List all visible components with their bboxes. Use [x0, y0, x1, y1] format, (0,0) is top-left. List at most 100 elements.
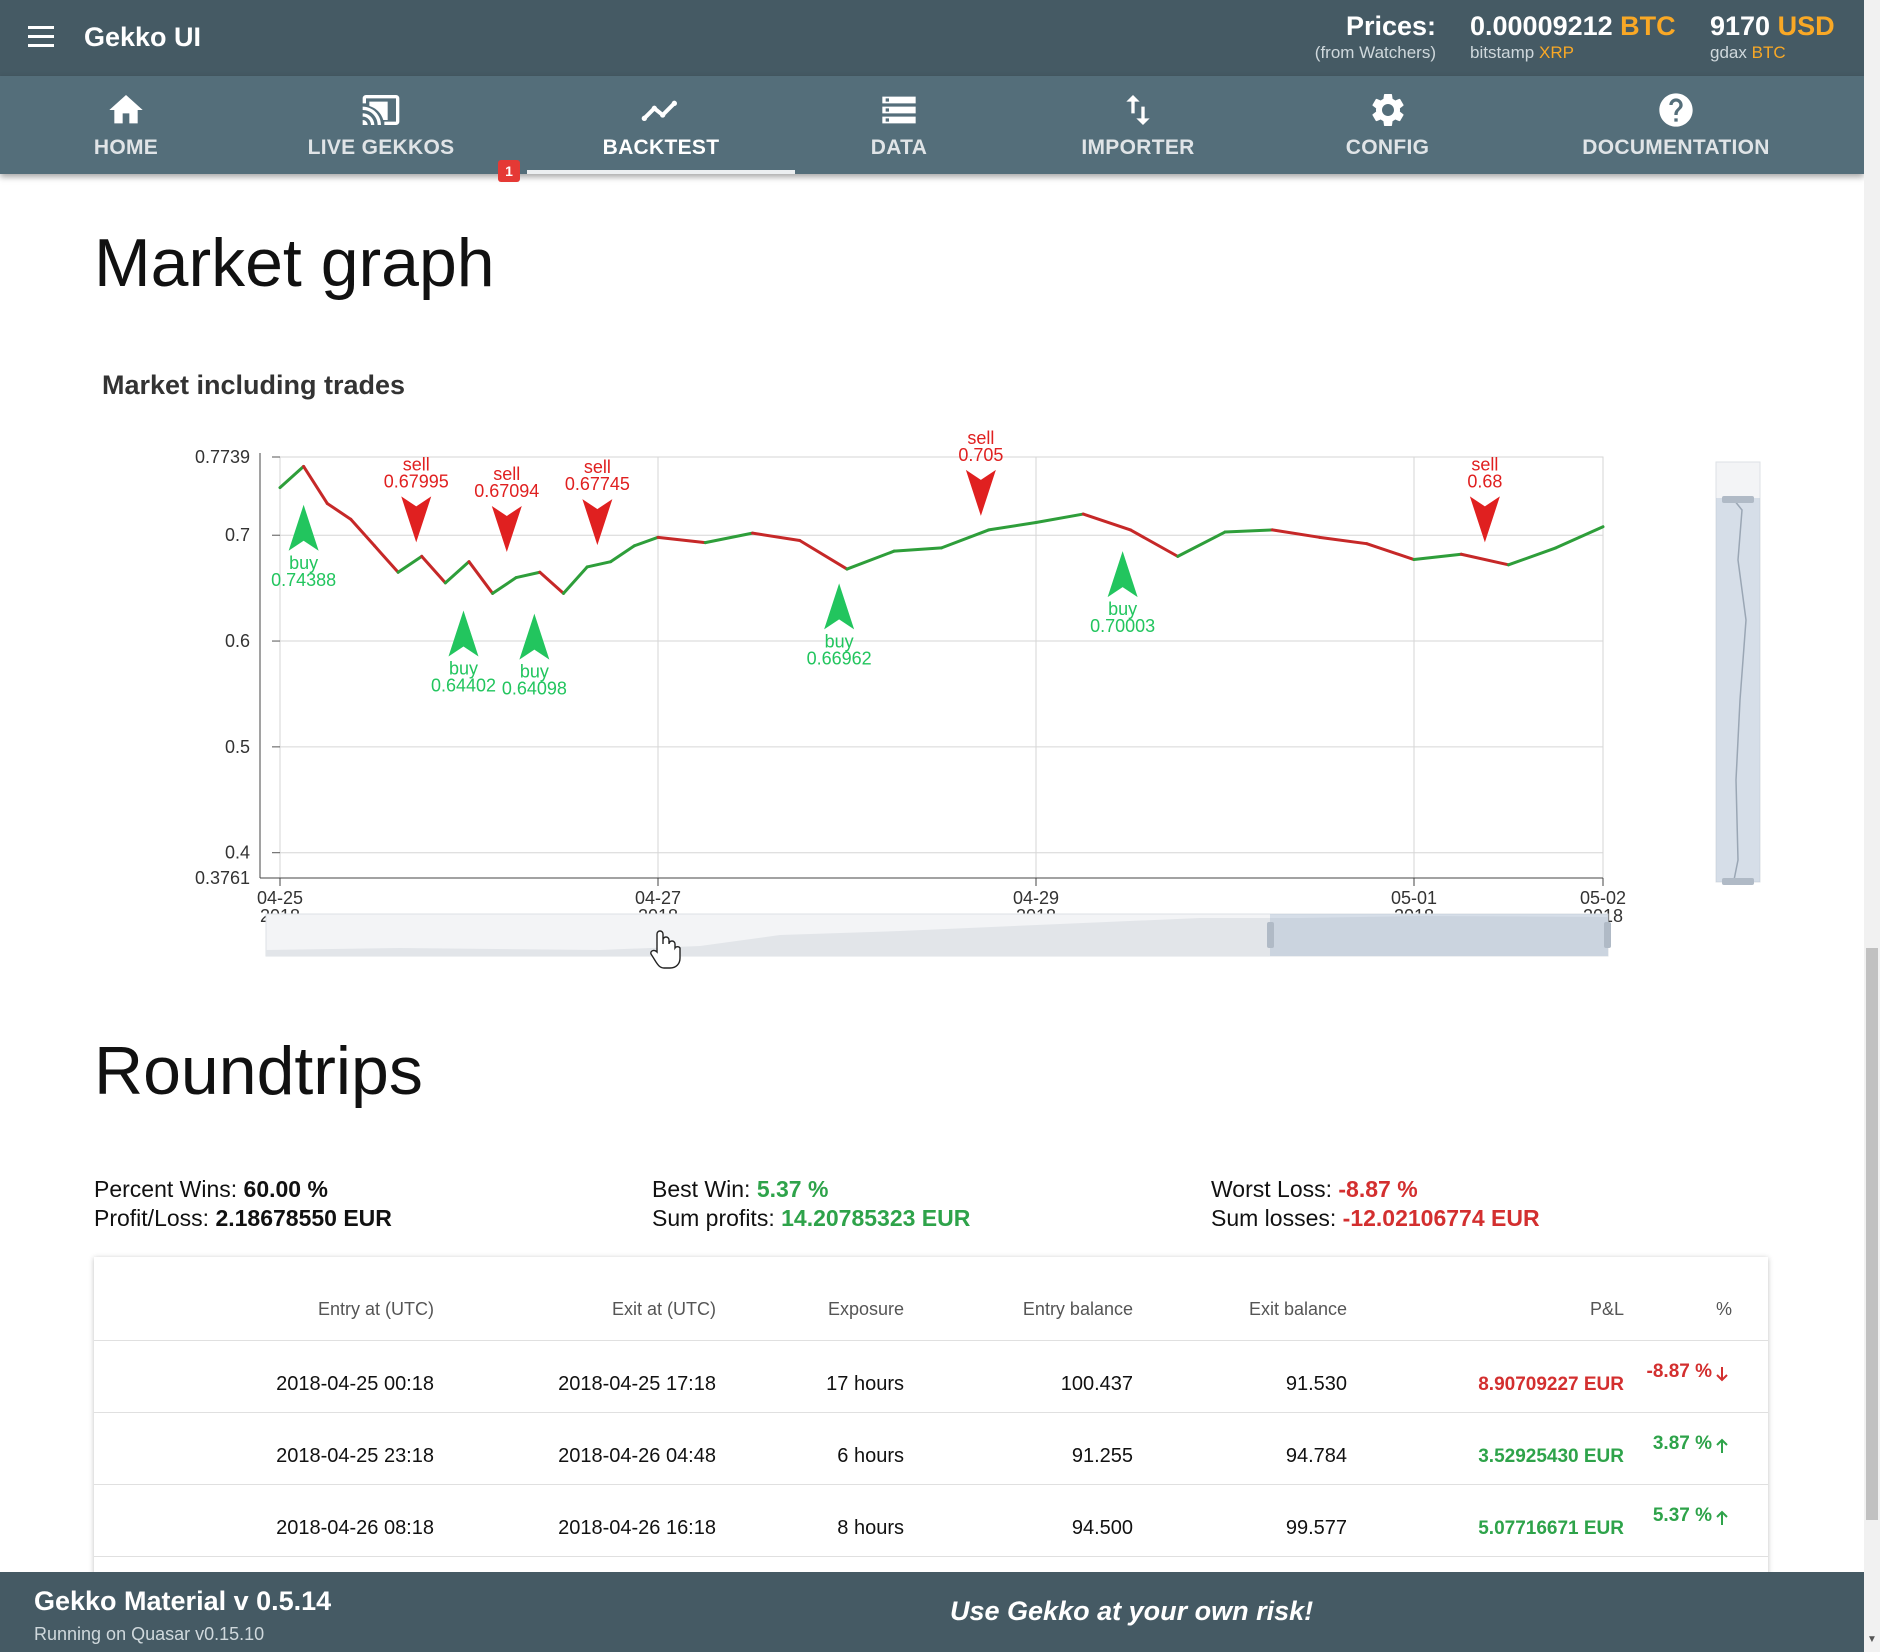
- nav-tabs: HOME LIVE GEKKOS BACKTEST DATA IMPORTER …: [0, 76, 1864, 182]
- column-header[interactable]: Exit balance: [1147, 1299, 1347, 1320]
- price-segment: [703, 531, 754, 545]
- zoom-handle-right[interactable]: [1604, 922, 1611, 948]
- sell-price: 0.68: [1467, 471, 1502, 491]
- buy-price: 0.64402: [431, 675, 496, 695]
- column-header[interactable]: Exposure: [744, 1299, 904, 1320]
- buy-label: buy: [1108, 599, 1137, 619]
- zoom-slider[interactable]: [265, 913, 1611, 957]
- buy-marker: [288, 504, 319, 551]
- sell-price: 0.705: [958, 445, 1003, 465]
- price-segment: [632, 535, 660, 548]
- tab-importer[interactable]: IMPORTER: [1048, 76, 1228, 174]
- price-segment: [1507, 546, 1558, 567]
- price-segment: [1459, 552, 1510, 567]
- arrow-up-icon: [1716, 1438, 1728, 1453]
- price-segment: [514, 570, 542, 580]
- price-segment: [1365, 542, 1416, 562]
- profit-loss-value: 2.18678550 EUR: [215, 1205, 392, 1231]
- ticker-unit: USD: [1777, 11, 1835, 41]
- price-segment: [420, 554, 447, 585]
- price-segment: [1554, 525, 1605, 550]
- tab-live-gekkos[interactable]: LIVE GEKKOS: [270, 76, 492, 174]
- sell-price: 0.67995: [384, 471, 449, 491]
- y-tick-label: 0.4: [225, 843, 250, 863]
- vertical-zoom-slider[interactable]: [1715, 461, 1761, 885]
- zoom-slider-selection[interactable]: [1270, 914, 1608, 956]
- ticker-unit: BTC: [1620, 11, 1676, 41]
- buy-marker: [519, 613, 550, 660]
- price-segment: [1129, 528, 1180, 558]
- ticker-btc: 9170 USD gdax BTC: [1710, 10, 1835, 64]
- chart-axes: 0.77390.70.60.50.40.376104-25201804-2720…: [195, 447, 1626, 926]
- column-header[interactable]: %: [1672, 1299, 1732, 1320]
- sell-marker: [491, 505, 522, 552]
- table-row: 2018-04-26 08:18 2018-04-26 16:18 8 hour…: [94, 1485, 1768, 1557]
- column-header[interactable]: Entry balance: [933, 1299, 1133, 1320]
- price-segment: [798, 539, 849, 571]
- tab-home[interactable]: HOME: [30, 76, 222, 174]
- tab-data[interactable]: DATA: [830, 76, 968, 174]
- zoom-handle-left[interactable]: [1267, 922, 1274, 948]
- buy-marker: [1107, 551, 1138, 598]
- price-segment: [325, 501, 353, 521]
- exit-balance-cell: 94.784: [1285, 1445, 1347, 1467]
- tab-label: DATA: [870, 136, 928, 159]
- prices-label: Prices:: [1345, 11, 1436, 41]
- buy-price: 0.70003: [1090, 616, 1155, 636]
- scrollbar-thumb[interactable]: [1866, 948, 1878, 1520]
- sum-profits-label: Sum profits:: [652, 1205, 775, 1231]
- price-segment: [1223, 528, 1274, 534]
- trade-markers: buy0.74388sell0.67995buy0.64402sell0.670…: [271, 428, 1502, 699]
- sum-losses-label: Sum losses:: [1211, 1205, 1337, 1231]
- column-header[interactable]: Exit at (UTC): [476, 1299, 716, 1320]
- sell-marker: [401, 496, 432, 543]
- price-segment: [845, 549, 896, 571]
- column-header[interactable]: P&L: [1424, 1299, 1624, 1320]
- entry-balance-cell: 91.255: [1071, 1445, 1133, 1467]
- price-segment: [491, 576, 518, 595]
- scroll-down-arrow-icon[interactable]: ▼: [1864, 1634, 1880, 1650]
- price-segment: [396, 554, 424, 574]
- tab-backtest[interactable]: BACKTEST: [527, 76, 795, 174]
- home-icon: [109, 95, 143, 124]
- y-tick-label: 0.7: [225, 525, 250, 545]
- price-segment: [1318, 535, 1369, 546]
- footer: Gekko Material v 0.5.14 Running on Quasa…: [0, 1572, 1864, 1652]
- exposure-cell: 17 hours: [826, 1373, 904, 1395]
- price-segment: [1270, 528, 1321, 539]
- stats-col-1: Percent Wins: 60.00 % Profit/Loss: 2.186…: [94, 1175, 392, 1233]
- ticker-exchange: bitstamp: [1470, 43, 1535, 62]
- pnl-cell: 3.52925430 EUR: [1478, 1446, 1624, 1467]
- stats-col-3: Worst Loss: -8.87 % Sum losses: -12.0210…: [1211, 1175, 1540, 1233]
- arrow-up-icon: [1716, 1510, 1728, 1525]
- pct-cell: -8.87 %: [1646, 1361, 1712, 1382]
- vertical-handle-bottom[interactable]: [1722, 878, 1754, 885]
- sum-profits-value: 14.20785323 EUR: [781, 1205, 971, 1231]
- price-segment: [751, 531, 802, 543]
- entry-cell: 2018-04-25 23:18: [276, 1445, 434, 1467]
- tab-label: CONFIG: [1345, 136, 1430, 159]
- price-segment: [278, 464, 306, 490]
- market-graph-heading: Market graph: [94, 225, 495, 301]
- tab-documentation[interactable]: DOCUMENTATION: [1560, 76, 1792, 174]
- y-tick-label: 0.7739: [195, 447, 250, 467]
- exit-cell: 2018-04-26 16:18: [558, 1517, 716, 1539]
- exit-balance-cell: 99.577: [1285, 1517, 1347, 1539]
- sell-label: sell: [967, 428, 994, 448]
- tab-config[interactable]: CONFIG: [1320, 76, 1455, 174]
- page-scrollbar[interactable]: ▼: [1864, 0, 1880, 1652]
- worst-loss-value: -8.87 %: [1338, 1176, 1418, 1202]
- menu-icon[interactable]: [28, 26, 54, 48]
- column-header[interactable]: Entry at (UTC): [194, 1299, 434, 1320]
- buy-price: 0.74388: [271, 570, 336, 590]
- y-tick-label: 0.3761: [195, 868, 250, 888]
- sell-label: sell: [403, 454, 430, 474]
- price-segment: [609, 544, 636, 564]
- cast-icon: [362, 95, 400, 125]
- buy-label: buy: [289, 553, 318, 573]
- sell-label: sell: [584, 457, 611, 477]
- vertical-handle-top[interactable]: [1722, 496, 1754, 503]
- tab-label: BACKTEST: [602, 136, 720, 159]
- best-win-value: 5.37 %: [756, 1176, 829, 1202]
- table-header-row: Entry at (UTC) Exit at (UTC) Exposure En…: [94, 1257, 1768, 1341]
